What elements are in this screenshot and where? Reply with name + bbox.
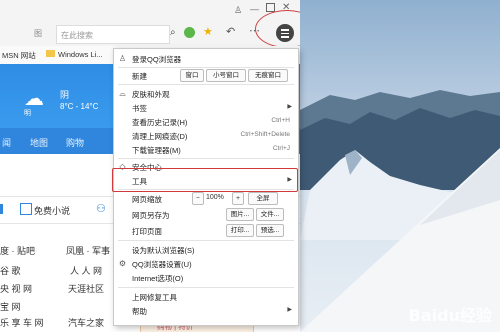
shortcut: Ctrl+Shift+Delete (240, 131, 291, 138)
site-link[interactable]: 人 人 网 (70, 264, 102, 277)
desktop-wallpaper: Baidu经验 (300, 0, 500, 332)
menu-label: Internet选项(O) (132, 274, 184, 283)
site-link[interactable]: 乐 享 车 网 (0, 316, 44, 329)
menu-item-save-as: 网页另存为 图片... 文件... (114, 207, 298, 222)
menu-item-downloads[interactable]: 下载管理器(M) Ctrl+J (114, 142, 298, 157)
search-placeholder: 在此搜索 (61, 31, 93, 40)
menu-label: 清理上网痕迹(D) (132, 132, 188, 141)
favorite-star-icon[interactable]: ★ (203, 25, 213, 38)
nav-item[interactable]: 闻 (2, 136, 11, 149)
menu-separator (118, 287, 294, 288)
bookmark-msn[interactable]: MSN 网站 (2, 50, 36, 61)
site-link[interactable]: 谷 歌 (0, 264, 21, 277)
menu-item-clear-traces[interactable]: 清理上网痕迹(D) Ctrl+Shift+Delete (114, 128, 298, 143)
user-icon: ♙ (118, 54, 127, 63)
fullscreen-button[interactable]: 全屏 (248, 192, 278, 205)
search-prefix: 图 (34, 29, 42, 38)
print-preview-button[interactable]: 预选... (256, 224, 284, 237)
menu-item-zoom: 网页缩放 − 100% + 全屏 (114, 191, 298, 206)
weather-condition: 阴 (60, 90, 70, 100)
submenu-arrow-icon: ▶ (287, 307, 292, 313)
new-small-window-button[interactable]: 小号窗口 (206, 69, 246, 82)
menu-label: QQ浏览器设置(U) (132, 260, 192, 269)
new-private-window-button[interactable]: 无痕窗口 (248, 69, 288, 82)
zoom-level: 100% (206, 194, 224, 201)
shirt-icon: ⌓ (119, 89, 126, 98)
undo-icon[interactable]: ↶ (226, 25, 235, 38)
tab-marker (0, 204, 3, 214)
shortcut: Ctrl+H (271, 117, 290, 124)
folder-icon (46, 50, 55, 57)
menu-label: 书签 (132, 104, 147, 113)
weather-temperature: 8°C - 14°C (60, 102, 99, 111)
weather-city: 明 (24, 110, 31, 117)
site-link[interactable]: 天涯社区 (68, 282, 104, 295)
menu-item-login[interactable]: ♙ 登录QQ浏览器 (114, 51, 298, 66)
search-icon[interactable]: ⌕ (170, 27, 176, 38)
print-button[interactable]: 打印... (226, 224, 254, 237)
menu-item-default-browser[interactable]: 设为默认浏览器(S) (114, 242, 298, 257)
shortcut: Ctrl+J (272, 145, 290, 152)
site-link[interactable]: 汽车之家 (68, 316, 104, 329)
user-icon[interactable]: ♙ (234, 5, 242, 16)
menu-item-skin[interactable]: ⌓ 皮肤和外观 (114, 86, 298, 101)
zoom-in-button[interactable]: + (232, 192, 244, 205)
menu-label: 设为默认浏览器(S) (132, 246, 195, 255)
site-link[interactable]: 度 · 贴吧 (0, 244, 35, 257)
menu-separator (118, 84, 294, 85)
gear-icon: ⚙ (118, 259, 127, 268)
new-window-button[interactable]: 窗口 (180, 69, 204, 82)
mountain-image (300, 90, 500, 332)
menu-item-print: 打印页面 打印... 预选... (114, 223, 298, 238)
nav-item[interactable]: 购物 (66, 136, 84, 149)
menu-item-new: 新建 窗口 小号窗口 无痕窗口 (114, 68, 298, 83)
menu-label: 新建 (132, 72, 147, 81)
tab-free-novel[interactable]: 免费小说 (34, 204, 70, 217)
menu-item-history[interactable]: 查看历史记录(H) Ctrl+H (114, 114, 298, 129)
zoom-out-button[interactable]: − (192, 192, 204, 205)
menu-label: 登录QQ浏览器 (132, 55, 182, 64)
menu-item-settings[interactable]: ⚙ QQ浏览器设置(U) (114, 256, 298, 271)
wechat-icon[interactable] (184, 27, 195, 38)
menu-label: 打印页面 (132, 227, 162, 236)
annotation-highlight-box (112, 168, 298, 192)
menu-label: 查看历史记录(H) (132, 118, 188, 127)
gamepad-icon[interactable]: ⚇ (96, 202, 106, 215)
menu-label: 下载管理器(M) (132, 146, 181, 155)
bookmark-windows[interactable]: Windows Li... (58, 50, 103, 59)
save-file-button[interactable]: 文件... (256, 208, 284, 221)
submenu-arrow-icon: ▶ (287, 104, 292, 110)
menu-item-internet-options[interactable]: Internet选项(O) (114, 270, 298, 285)
menu-separator (118, 240, 294, 241)
menu-item-bookmarks[interactable]: 书签 ▶ (114, 100, 298, 115)
search-input[interactable]: 在此搜索 (56, 25, 170, 44)
minimize-icon[interactable]: — (250, 4, 259, 14)
menu-label: 网页另存为 (132, 211, 170, 220)
watermark-text: Baidu经验 (408, 306, 492, 325)
title-bar: ♙ — ✕ (0, 0, 300, 22)
site-link[interactable]: 央 视 网 (0, 282, 32, 295)
menu-label: 网页缩放 (132, 195, 162, 204)
menu-label: 上网修复工具 (132, 293, 177, 302)
menu-item-help[interactable]: 帮助 ▶ (114, 303, 298, 318)
nav-item[interactable]: 地图 (30, 136, 48, 149)
site-link[interactable]: 宝 网 (0, 300, 21, 313)
save-image-button[interactable]: 图片... (226, 208, 254, 221)
book-icon (20, 203, 32, 215)
menu-label: 帮助 (132, 307, 147, 316)
menu-item-repair[interactable]: 上网修复工具 (114, 289, 298, 304)
menu-label: 皮肤和外观 (132, 90, 170, 99)
site-link[interactable]: 凤凰 · 军事 (66, 244, 110, 257)
